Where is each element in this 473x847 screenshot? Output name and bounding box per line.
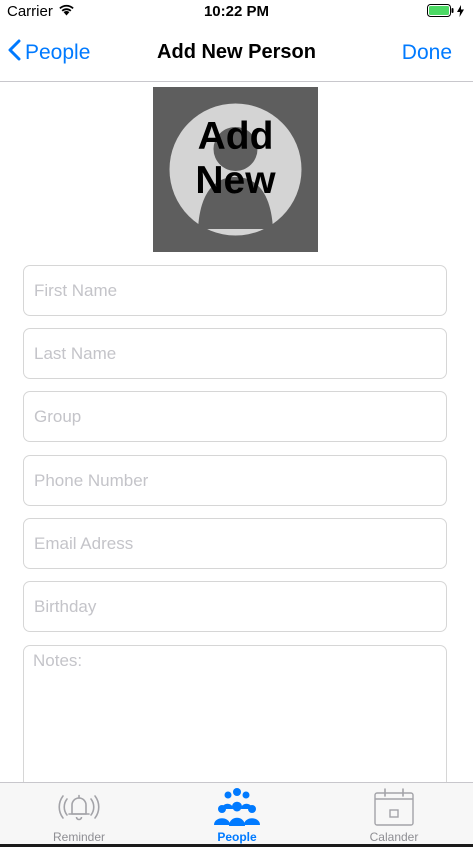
birthday-field[interactable] bbox=[24, 582, 446, 631]
navigation-bar: People Add New Person Done bbox=[0, 22, 473, 82]
status-time: 10:22 PM bbox=[203, 3, 270, 20]
phone-number-field[interactable] bbox=[24, 456, 446, 505]
tab-people-label: People bbox=[217, 830, 257, 844]
group-field-container bbox=[23, 391, 447, 442]
tab-calander[interactable]: Calander bbox=[315, 783, 473, 847]
add-photo-button[interactable]: Add New bbox=[153, 87, 318, 252]
tab-reminder[interactable]: Reminder bbox=[0, 783, 158, 847]
notes-textarea[interactable] bbox=[24, 646, 446, 789]
bell-icon bbox=[0, 787, 158, 823]
photo-label-line1: Add bbox=[197, 115, 274, 158]
last-name-field-container bbox=[23, 328, 447, 379]
battery-icon bbox=[427, 4, 454, 21]
photo-label: Add New bbox=[153, 115, 318, 203]
tab-calander-label: Calander bbox=[369, 830, 419, 844]
first-name-field[interactable] bbox=[24, 266, 446, 315]
photo-label-line2: New bbox=[195, 159, 276, 202]
notes-container bbox=[23, 645, 447, 790]
last-name-field[interactable] bbox=[24, 329, 446, 378]
status-right-group bbox=[427, 4, 464, 21]
birthday-field-container bbox=[23, 581, 447, 632]
tab-people[interactable]: People bbox=[158, 783, 316, 847]
people-icon bbox=[158, 787, 316, 827]
charging-bolt-icon bbox=[457, 4, 464, 21]
phone-field-container bbox=[23, 455, 447, 506]
status-bar: Carrier 10:22 PM bbox=[0, 0, 473, 22]
group-field[interactable] bbox=[24, 392, 446, 441]
screen: Carrier 10:22 PM People Add New Person D… bbox=[0, 0, 473, 847]
email-field[interactable] bbox=[24, 519, 446, 568]
email-field-container bbox=[23, 518, 447, 569]
calendar-icon bbox=[315, 787, 473, 827]
first-name-field-container bbox=[23, 265, 447, 316]
tab-bar: Reminder People Calander bbox=[0, 782, 473, 847]
tab-reminder-label: Reminder bbox=[52, 830, 106, 844]
done-button[interactable]: Done bbox=[402, 41, 452, 65]
